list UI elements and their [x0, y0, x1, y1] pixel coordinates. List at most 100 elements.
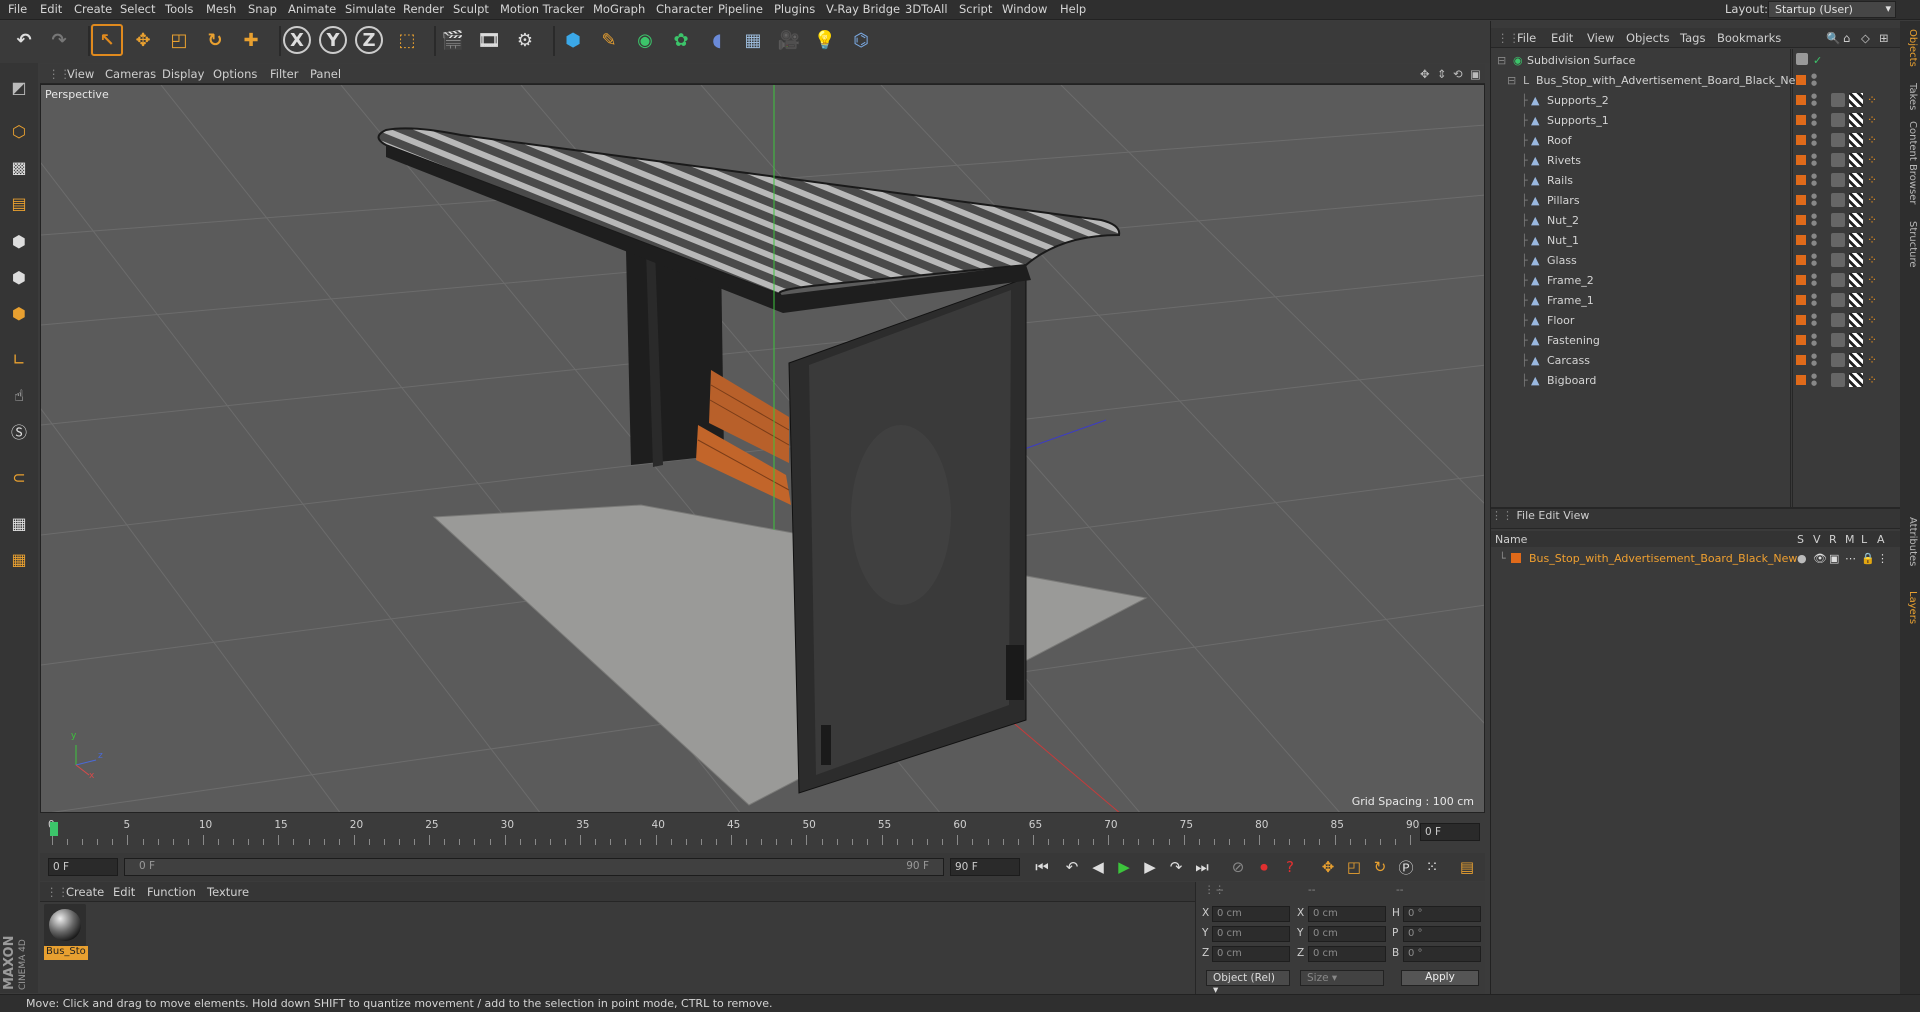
phong-tag-icon[interactable]	[1831, 133, 1845, 147]
workplane-grid-icon[interactable]: ▦	[3, 507, 35, 539]
play-icon[interactable]: ▶	[1112, 856, 1136, 878]
object-row-child[interactable]: ├ ▲ Rivets ● ● ⁘	[1491, 151, 1901, 171]
side-tab-takes[interactable]: Takes	[1902, 83, 1918, 110]
visibility-dots-icon[interactable]: ● ●	[1811, 193, 1819, 207]
visibility-dots-icon[interactable]: ● ●	[1811, 113, 1819, 127]
polygons-mode-icon[interactable]: ⬢	[3, 297, 35, 329]
layer-color-swatch[interactable]	[1796, 275, 1806, 285]
objmgr-menu-bookmarks[interactable]: Bookmarks	[1717, 31, 1781, 45]
workplane-icon[interactable]: ▤	[3, 187, 35, 219]
coord-mode-select[interactable]: Object (Rel) ▾	[1206, 970, 1290, 996]
selection-tag-icon[interactable]: ⁘	[1867, 213, 1881, 227]
render-settings-icon[interactable]: ⚙	[509, 24, 541, 56]
key-rotation-icon[interactable]: ↻	[1368, 856, 1392, 878]
layer-manager-icon[interactable]: ⋯	[1845, 552, 1856, 565]
layer-name[interactable]: Bus_Stop_with_Advertisement_Board_Black_…	[1529, 552, 1797, 565]
move-icon[interactable]: ✥	[127, 24, 159, 56]
menu-help[interactable]: Help	[1060, 2, 1086, 16]
object-row-child[interactable]: ├ ▲ Frame_2 ● ● ⁘	[1491, 271, 1901, 291]
x-axis-button[interactable]: X	[283, 26, 311, 54]
side-tab-structure[interactable]: Structure	[1902, 221, 1918, 268]
object-name[interactable]: Glass	[1547, 254, 1577, 267]
selection-tag-icon[interactable]: ⁘	[1867, 353, 1881, 367]
menu-sculpt[interactable]: Sculpt	[453, 2, 489, 16]
selection-tag-icon[interactable]: ⁘	[1867, 373, 1881, 387]
texture-tag-icon[interactable]	[1849, 313, 1863, 327]
object-name[interactable]: Nut_1	[1547, 234, 1579, 247]
add-icon[interactable]: ✚	[235, 24, 267, 56]
layer-lock-icon[interactable]: 🔒	[1861, 552, 1875, 565]
solo-icon[interactable]: Ⓢ	[3, 415, 35, 447]
playhead-marker[interactable]	[50, 822, 58, 836]
selection-tag-icon[interactable]: ⁘	[1867, 133, 1881, 147]
object-row-child[interactable]: ├ ▲ Carcass ● ● ⁘	[1491, 351, 1901, 371]
layer-color-swatch[interactable]	[1796, 215, 1806, 225]
menu-render[interactable]: Render	[403, 2, 444, 16]
texture-tag-icon[interactable]	[1849, 173, 1863, 187]
layer-color-swatch[interactable]	[1796, 115, 1806, 125]
texture-tag-icon[interactable]	[1849, 213, 1863, 227]
quantize-icon[interactable]: ▦	[3, 543, 35, 575]
visibility-dots-icon[interactable]: ● ●	[1811, 233, 1819, 247]
viewport-menu-cameras[interactable]: Cameras	[105, 67, 156, 81]
layout-select[interactable]: Startup (User)	[1768, 1, 1896, 18]
rot-b-field[interactable]: 0 °	[1403, 946, 1481, 962]
object-row-child[interactable]: ├ ▲ Supports_1 ● ● ⁘	[1491, 111, 1901, 131]
size-z-field[interactable]: 0 cm	[1308, 946, 1386, 962]
object-row-child[interactable]: ├ ▲ Nut_1 ● ● ⁘	[1491, 231, 1901, 251]
selection-tag-icon[interactable]: ⁘	[1867, 93, 1881, 107]
layer-color-swatch[interactable]	[1796, 255, 1806, 265]
material-menu-function[interactable]: Function	[147, 885, 196, 899]
undo-icon[interactable]: ↶	[8, 24, 40, 56]
side-tab-content-browser[interactable]: Content Browser	[1902, 121, 1918, 204]
object-row-child[interactable]: ├ ▲ Nut_2 ● ● ⁘	[1491, 211, 1901, 231]
selection-tag-icon[interactable]: ⁘	[1867, 253, 1881, 267]
texture-tag-icon[interactable]	[1849, 153, 1863, 167]
object-name[interactable]: Bigboard	[1547, 374, 1596, 387]
objmgr-search-icon[interactable]: 🔍	[1826, 31, 1840, 45]
floor-icon[interactable]: ▦	[737, 24, 769, 56]
pos-z-field[interactable]: 0 cm	[1212, 946, 1290, 962]
selection-tag-icon[interactable]: ⁘	[1867, 233, 1881, 247]
make-editable-icon[interactable]: ◩	[3, 71, 35, 103]
phong-tag-icon[interactable]	[1831, 233, 1845, 247]
phong-tag-icon[interactable]	[1831, 253, 1845, 267]
selection-tag-icon[interactable]: ⁘	[1867, 333, 1881, 347]
layer-color-swatch[interactable]	[1796, 75, 1806, 85]
side-tab-layers[interactable]: Layers	[1902, 591, 1918, 624]
object-row-child[interactable]: ├ ▲ Roof ● ● ⁘	[1491, 131, 1901, 151]
material-name[interactable]: Bus_Sto	[44, 946, 88, 960]
phong-tag-icon[interactable]	[1831, 293, 1845, 307]
material-menu-create[interactable]: Create	[66, 885, 104, 899]
phong-tag-icon[interactable]	[1831, 333, 1845, 347]
phong-tag-icon[interactable]	[1831, 313, 1845, 327]
layermgr-menu-edit[interactable]: Edit	[1538, 509, 1559, 522]
visibility-dots-icon[interactable]: ● ●	[1811, 133, 1819, 147]
apply-button[interactable]: Apply	[1401, 970, 1479, 986]
points-mode-icon[interactable]: ⬢	[3, 225, 35, 257]
object-name[interactable]: Supports_1	[1547, 114, 1609, 127]
y-axis-button[interactable]: Y	[319, 26, 347, 54]
object-row-child[interactable]: ├ ▲ Floor ● ● ⁘	[1491, 311, 1901, 331]
key-pla-icon[interactable]: ⁙	[1420, 856, 1444, 878]
viewport-maximize-icon[interactable]: ▣	[1470, 67, 1481, 81]
go-to-start-icon[interactable]: ⏮	[1030, 856, 1054, 878]
menu-pipeline[interactable]: Pipeline	[718, 2, 763, 16]
enabled-check-icon[interactable]: ✓	[1813, 54, 1822, 67]
layer-color-swatch[interactable]	[1796, 175, 1806, 185]
size-y-field[interactable]: 0 cm	[1308, 926, 1386, 942]
layer-color-swatch[interactable]	[1796, 375, 1806, 385]
object-row-root[interactable]: ⊟ ◉ Subdivision Surface ✓	[1491, 51, 1901, 71]
texture-tag-icon[interactable]	[1849, 373, 1863, 387]
pos-y-field[interactable]: 0 cm	[1212, 926, 1290, 942]
texture-tag-icon[interactable]	[1849, 193, 1863, 207]
selection-tag-icon[interactable]: ⁘	[1867, 313, 1881, 327]
phong-tag-icon[interactable]	[1831, 173, 1845, 187]
light-icon[interactable]: 💡	[809, 24, 841, 56]
layer-color-swatch[interactable]	[1796, 315, 1806, 325]
z-axis-button[interactable]: Z	[355, 26, 383, 54]
size-x-field[interactable]: 0 cm	[1308, 906, 1386, 922]
object-row-child[interactable]: ├ ▲ Glass ● ● ⁘	[1491, 251, 1901, 271]
menu-character[interactable]: Character	[656, 2, 713, 16]
visibility-dots-icon[interactable]: ● ●	[1811, 293, 1819, 307]
